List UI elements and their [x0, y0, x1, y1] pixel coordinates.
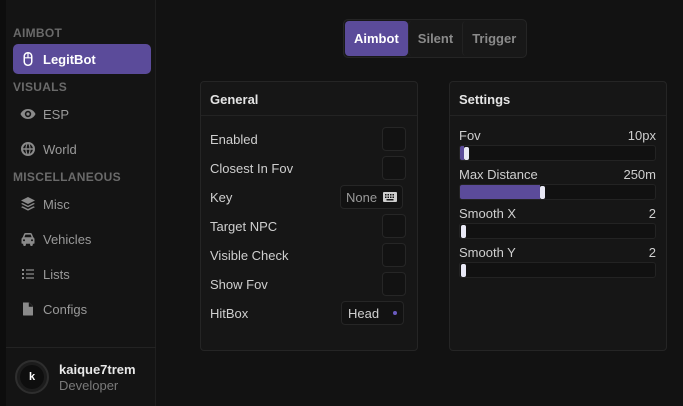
- user-divider: [6, 347, 156, 348]
- slider-thumb[interactable]: [461, 225, 466, 238]
- sidebar-item-world[interactable]: World: [13, 134, 151, 164]
- sidebar-item-configs[interactable]: Configs: [13, 294, 151, 324]
- show-fov-label: Show Fov: [210, 277, 268, 292]
- fov-slider[interactable]: [459, 145, 656, 161]
- sidebar-item-misc[interactable]: Misc: [13, 189, 151, 219]
- closest-in-fov-label: Closest In Fov: [210, 161, 294, 176]
- tab-aimbot[interactable]: Aimbot: [345, 21, 408, 56]
- key-value: None: [346, 189, 378, 205]
- list-icon: [19, 265, 37, 283]
- tab-silent[interactable]: Silent: [407, 21, 462, 56]
- sidebar-item-label: Vehicles: [43, 231, 92, 247]
- smooth-x-value: 2: [648, 206, 656, 221]
- panel-title: General: [210, 92, 259, 107]
- hitbox-select[interactable]: Head: [341, 301, 405, 325]
- sidebar-edge: [0, 0, 6, 406]
- hitbox-value: Head: [348, 305, 380, 321]
- tab-trigger[interactable]: Trigger: [462, 21, 525, 56]
- sidebar-item-esp[interactable]: ESP: [13, 99, 151, 129]
- sidebar-item-lists[interactable]: Lists: [13, 259, 151, 289]
- sidebar-item-label: Configs: [43, 301, 88, 317]
- visible-check-checkbox[interactable]: [382, 243, 406, 267]
- smooth-y-value: 2: [648, 245, 656, 260]
- avatar-initial: k: [20, 365, 44, 389]
- globe-icon: [19, 140, 37, 158]
- panel-title: Settings: [459, 92, 511, 107]
- enabled-label: Enabled: [210, 132, 258, 147]
- file-icon: [19, 300, 37, 318]
- dropdown-dot-icon: [393, 311, 398, 315]
- eye-icon: [19, 105, 37, 123]
- sidebar-item-label: Lists: [43, 266, 70, 282]
- smooth-y-label: Smooth Y: [459, 245, 516, 260]
- section-title-miscellaneous: MISCELLANEOUS: [13, 170, 121, 184]
- keyboard-icon: [383, 192, 398, 202]
- user-name: kaique7trem: [59, 362, 136, 377]
- panel-divider: [201, 115, 417, 116]
- smooth-y-slider[interactable]: [459, 262, 656, 278]
- section-title-visuals: VISUALS: [13, 80, 68, 94]
- avatar[interactable]: k: [15, 360, 49, 394]
- sidebar-item-label: LegitBot: [43, 51, 96, 67]
- fov-label: Fov: [459, 128, 481, 143]
- sidebar-item-label: World: [43, 141, 77, 157]
- enabled-checkbox[interactable]: [382, 127, 406, 151]
- target-npc-label: Target NPC: [210, 219, 278, 234]
- smooth-x-slider[interactable]: [459, 223, 656, 239]
- fov-value: 10px: [627, 128, 656, 143]
- slider-thumb[interactable]: [464, 147, 469, 160]
- slider-thumb[interactable]: [540, 186, 545, 199]
- max-distance-label: Max Distance: [459, 167, 538, 182]
- sidebar-item-legitbot[interactable]: LegitBot: [13, 44, 151, 74]
- tab-bar: Aimbot Silent Trigger: [343, 19, 528, 58]
- hitbox-label: HitBox: [210, 306, 249, 321]
- sidebar-item-vehicles[interactable]: Vehicles: [13, 224, 151, 254]
- car-icon: [19, 230, 37, 248]
- user-role: Developer: [59, 378, 119, 393]
- sidebar-item-label: Misc: [43, 196, 70, 212]
- layers-icon: [19, 195, 37, 213]
- settings-panel: Settings Fov 10px Max Distance 250m Smoo…: [449, 81, 667, 351]
- target-npc-checkbox[interactable]: [382, 214, 406, 238]
- show-fov-checkbox[interactable]: [382, 272, 406, 296]
- section-title-aimbot: AIMBOT: [13, 26, 63, 40]
- slider-fill: [460, 185, 540, 199]
- closest-in-fov-checkbox[interactable]: [382, 156, 406, 180]
- general-panel: General Enabled Closest In Fov Key None …: [200, 81, 418, 351]
- visible-check-label: Visible Check: [210, 248, 289, 263]
- max-distance-value: 250m: [623, 167, 656, 182]
- sidebar-item-label: ESP: [43, 106, 70, 122]
- key-label: Key: [210, 190, 233, 205]
- max-distance-slider[interactable]: [459, 184, 656, 200]
- panel-divider: [450, 115, 666, 116]
- smooth-x-label: Smooth X: [459, 206, 517, 221]
- key-binder[interactable]: None: [340, 185, 404, 209]
- sidebar: AIMBOT LegitBot VISUALS ESP World MISCEL…: [0, 0, 156, 406]
- mouse-icon: [19, 50, 37, 68]
- slider-thumb[interactable]: [461, 264, 466, 277]
